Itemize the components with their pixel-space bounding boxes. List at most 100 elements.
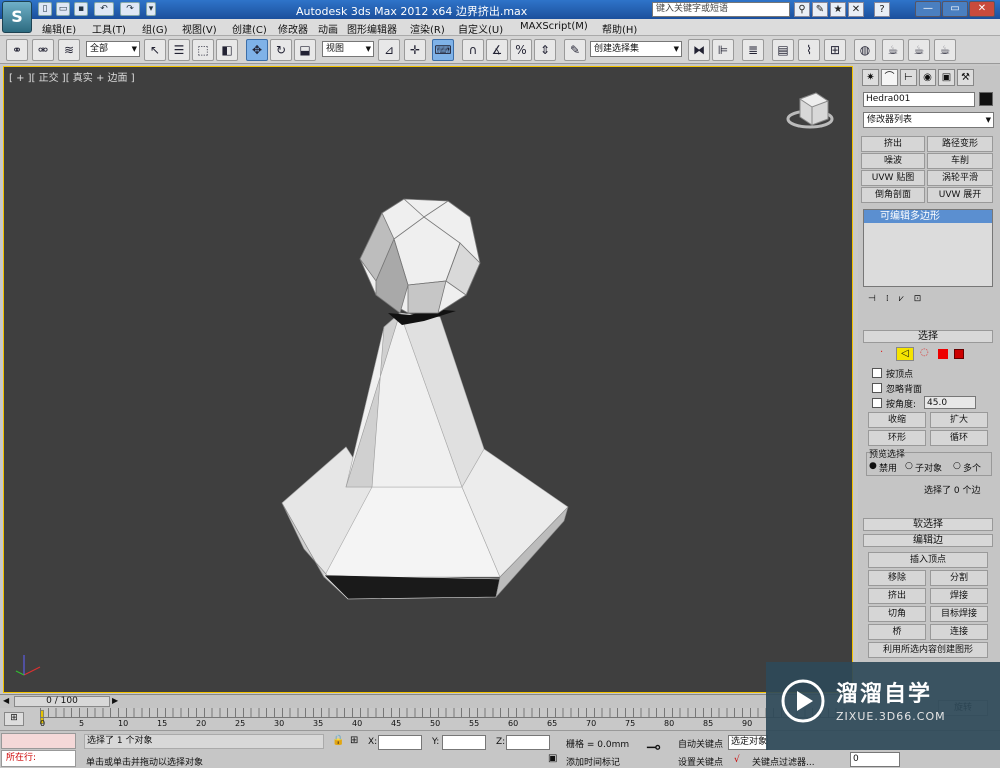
menu-tools[interactable]: 工具(T) bbox=[92, 21, 126, 36]
search-input[interactable]: 键入关键字或短语 bbox=[652, 2, 790, 17]
weld-button[interactable]: 焊接 bbox=[930, 588, 988, 604]
loop-button[interactable]: 循环 bbox=[930, 430, 988, 446]
selection-rollout-header[interactable]: 选择 bbox=[863, 330, 993, 343]
link-icon[interactable]: ⚭ bbox=[6, 39, 28, 61]
key-mode-dropdown[interactable]: 选定对象 bbox=[728, 735, 768, 750]
mirror-icon[interactable]: ⧓ bbox=[688, 39, 710, 61]
set-key-button[interactable]: 设置关键点 bbox=[678, 755, 723, 768]
maximize-button[interactable]: ▭ bbox=[942, 1, 968, 17]
percent-snap-icon[interactable]: % bbox=[510, 39, 532, 61]
curve-editor-icon[interactable]: ⌇ bbox=[798, 39, 820, 61]
slider-next-icon[interactable]: ▶ bbox=[112, 696, 118, 705]
create-tab-icon[interactable]: ✷ bbox=[862, 69, 879, 86]
menu-edit[interactable]: 编辑(E) bbox=[42, 21, 76, 36]
align-icon[interactable]: ⊫ bbox=[712, 39, 734, 61]
select-by-name-icon[interactable]: ☰ bbox=[168, 39, 190, 61]
schematic-view-icon[interactable]: ⊞ bbox=[824, 39, 846, 61]
soft-selection-rollout-header[interactable]: 软选择 bbox=[863, 518, 993, 531]
close-search-icon[interactable]: ✕ bbox=[848, 2, 864, 17]
running-field[interactable]: 所在行: bbox=[1, 750, 76, 767]
bind-space-warp-icon[interactable]: ≋ bbox=[58, 39, 80, 61]
motion-tab-icon[interactable]: ◉ bbox=[919, 69, 936, 86]
utilities-tab-icon[interactable]: ⚒ bbox=[957, 69, 974, 86]
time-tag-icon[interactable]: ▣ bbox=[548, 753, 557, 764]
edit-edges-rollout-header[interactable]: 编辑边 bbox=[863, 534, 993, 547]
new-icon[interactable]: ▯ bbox=[38, 2, 52, 16]
window-crossing-icon[interactable]: ◧ bbox=[216, 39, 238, 61]
render-production-icon[interactable]: ☕ bbox=[934, 39, 956, 61]
menu-group[interactable]: 组(G) bbox=[142, 21, 168, 36]
mod-extrude-button[interactable]: 挤出 bbox=[861, 136, 925, 152]
object-name-field[interactable]: Hedra001 bbox=[863, 92, 975, 107]
more-icon[interactable]: ▾ bbox=[146, 2, 156, 16]
menu-animation[interactable]: 动画 bbox=[318, 21, 338, 36]
ignore-backface-checkbox[interactable] bbox=[872, 383, 882, 393]
mod-noise-button[interactable]: 噪波 bbox=[861, 153, 925, 169]
unlink-icon[interactable]: ⚮ bbox=[32, 39, 54, 61]
insert-vertex-button[interactable]: 插入顶点 bbox=[868, 552, 988, 568]
rect-selection-icon[interactable]: ⬚ bbox=[192, 39, 214, 61]
edit-named-selection-icon[interactable]: ✎ bbox=[564, 39, 586, 61]
edge-mode-icon[interactable]: ◁ bbox=[896, 347, 914, 361]
mod-lathe-button[interactable]: 车削 bbox=[927, 153, 993, 169]
mini-curve-icon[interactable]: ⊞ bbox=[4, 712, 24, 726]
grow-button[interactable]: 扩大 bbox=[930, 412, 988, 428]
auto-key-button[interactable]: 自动关键点 bbox=[678, 737, 723, 750]
stack-tools[interactable]: ⊣⁞⩗⊡ bbox=[868, 294, 992, 304]
preview-off-radio[interactable]: ● bbox=[869, 461, 877, 471]
selection-filter-dropdown[interactable]: 全部 bbox=[86, 41, 140, 57]
slider-prev-icon[interactable]: ◀ bbox=[3, 696, 9, 705]
y-coord-field[interactable] bbox=[442, 735, 486, 750]
app-menu-button[interactable]: S bbox=[2, 1, 32, 33]
x-coord-field[interactable] bbox=[378, 735, 422, 750]
binoculars-icon[interactable]: ⚲ bbox=[794, 2, 810, 17]
mod-turbosmooth-button[interactable]: 涡轮平滑 bbox=[927, 170, 993, 186]
element-mode-icon[interactable] bbox=[954, 349, 964, 359]
stack-item-editable-poly[interactable]: 可编辑多边形 bbox=[864, 210, 992, 223]
absolute-mode-icon[interactable]: ⊞ bbox=[350, 735, 358, 746]
shrink-button[interactable]: 收缩 bbox=[868, 412, 926, 428]
split-button[interactable]: 分割 bbox=[930, 570, 988, 586]
z-coord-field[interactable] bbox=[506, 735, 550, 750]
angle-snap-icon[interactable]: ∡ bbox=[486, 39, 508, 61]
rotate-icon[interactable]: ↻ bbox=[270, 39, 292, 61]
pivot-icon[interactable]: ⊿ bbox=[378, 39, 400, 61]
target-weld-button[interactable]: 目标焊接 bbox=[930, 606, 988, 622]
by-angle-checkbox[interactable] bbox=[872, 398, 882, 408]
hierarchy-tab-icon[interactable]: ⊢ bbox=[900, 69, 917, 86]
maxscript-listener[interactable] bbox=[1, 733, 76, 749]
scale-icon[interactable]: ⬓ bbox=[294, 39, 316, 61]
preview-multi-radio[interactable]: ○ bbox=[953, 461, 961, 471]
graphite-ribbon-icon[interactable]: ▤ bbox=[772, 39, 794, 61]
select-manipulate-icon[interactable]: ✛ bbox=[404, 39, 426, 61]
select-object-icon[interactable]: ↖ bbox=[144, 39, 166, 61]
add-time-tag-button[interactable]: 添加时间标记 bbox=[566, 755, 620, 768]
minimize-button[interactable]: — bbox=[915, 1, 941, 17]
current-frame-field[interactable]: 0 bbox=[850, 752, 900, 767]
menu-help[interactable]: 帮助(H) bbox=[602, 21, 637, 36]
move-icon[interactable]: ✥ bbox=[246, 39, 268, 61]
modifier-list-dropdown[interactable]: 修改器列表 bbox=[863, 112, 994, 128]
display-tab-icon[interactable]: ▣ bbox=[938, 69, 955, 86]
key-filter-icon[interactable]: √ bbox=[734, 755, 740, 765]
keyboard-shortcut-icon[interactable]: ⌨ bbox=[432, 39, 454, 61]
polygon-mode-icon[interactable] bbox=[938, 349, 948, 359]
menu-rendering[interactable]: 渲染(R) bbox=[410, 21, 445, 36]
key-filters-button[interactable]: 关键点过滤器... bbox=[752, 755, 815, 768]
track-bar[interactable]: ⊞ 0 5 10 15 20 25 30 35 40 45 50 55 60 65 70 75 80 85 90 bbox=[0, 708, 858, 730]
reference-coord-dropdown[interactable]: 视图 bbox=[322, 41, 374, 57]
menu-modifiers[interactable]: 修改器 bbox=[278, 21, 308, 36]
time-slider-thumb[interactable]: 0 / 100 bbox=[14, 696, 110, 707]
mod-unwrap-uvw-button[interactable]: UVW 展开 bbox=[927, 187, 993, 203]
object-color-swatch[interactable] bbox=[979, 92, 993, 106]
vertex-mode-icon[interactable]: · bbox=[880, 347, 883, 358]
save-icon[interactable]: ▪ bbox=[74, 2, 88, 16]
render-setup-icon[interactable]: ☕ bbox=[882, 39, 904, 61]
spinner-snap-icon[interactable]: ⇕ bbox=[534, 39, 556, 61]
menu-maxscript[interactable]: MAXScript(M) bbox=[520, 21, 588, 32]
mod-path-deform-button[interactable]: 路径变形 bbox=[927, 136, 993, 152]
bridge-button[interactable]: 桥 bbox=[868, 624, 926, 640]
key-icon[interactable]: ⊸ bbox=[646, 737, 661, 758]
chamfer-button[interactable]: 切角 bbox=[868, 606, 926, 622]
modify-tab-icon[interactable]: ⌒ bbox=[881, 69, 898, 86]
